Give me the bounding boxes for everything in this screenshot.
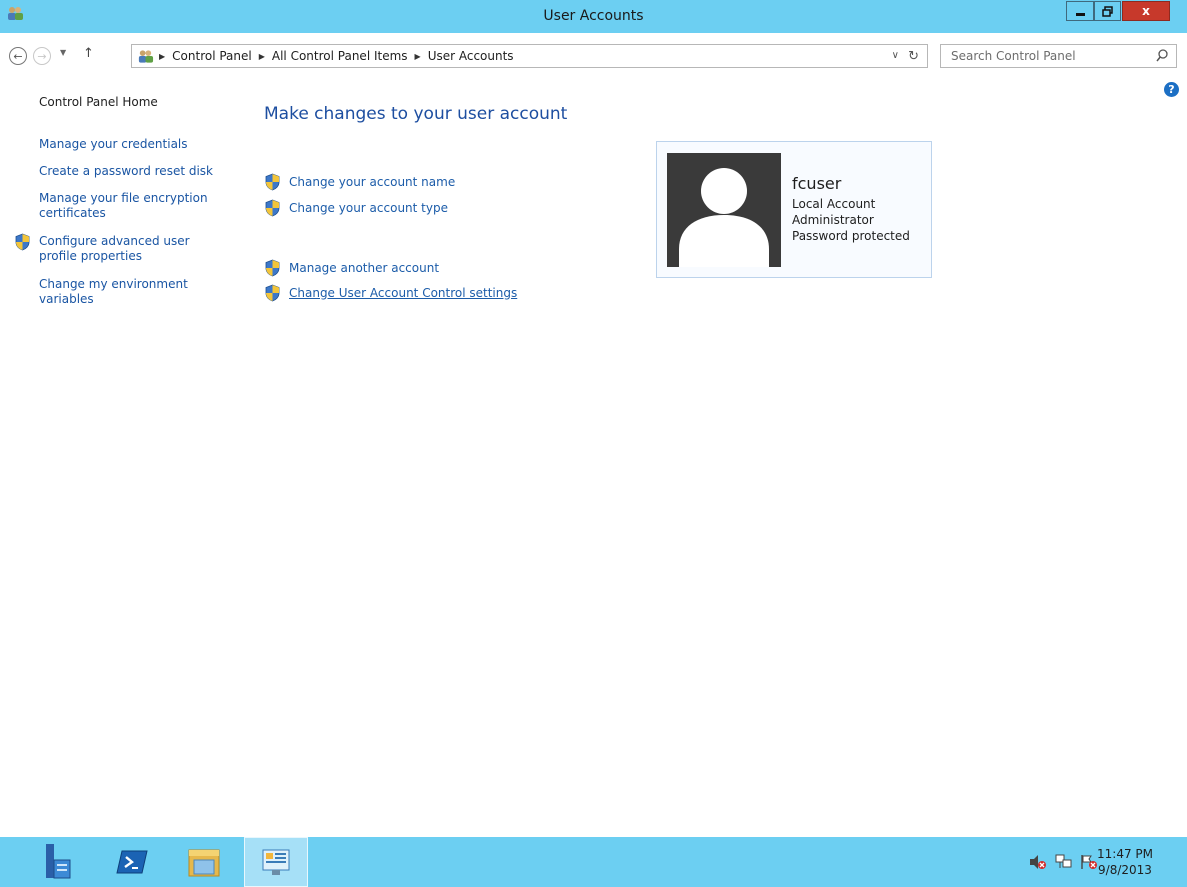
close-button[interactable]: x xyxy=(1122,1,1170,21)
navigation-bar: ← → ▼ ↑ ▶ Control Panel ▶ All Control Pa… xyxy=(0,33,1187,77)
address-bar[interactable]: ▶ Control Panel ▶ All Control Panel Item… xyxy=(131,44,928,68)
folder-icon xyxy=(188,849,220,877)
user-silhouette-icon xyxy=(679,168,769,267)
server-manager-button[interactable] xyxy=(24,837,88,887)
control-panel-taskbar-button[interactable] xyxy=(244,837,308,887)
breadcrumb-control-panel[interactable]: Control Panel xyxy=(172,49,252,63)
title-bar: User Accounts x xyxy=(0,0,1187,33)
page-title: Make changes to your user account xyxy=(264,104,568,124)
change-account-type-link[interactable]: Change your account type xyxy=(289,201,448,216)
task-manage-another-account[interactable]: Manage another account xyxy=(264,259,439,277)
powershell-icon xyxy=(116,850,148,874)
action-center-icon[interactable] xyxy=(1080,837,1098,887)
back-arrow-icon: ← xyxy=(13,49,23,63)
uac-shield-icon xyxy=(265,173,280,191)
account-name: fcuser xyxy=(792,174,842,193)
forward-button[interactable]: → xyxy=(33,47,51,65)
forward-arrow-icon: → xyxy=(37,49,47,63)
control-panel-home-link[interactable]: Control Panel Home xyxy=(39,95,158,110)
chevron-down-icon[interactable]: ∨ xyxy=(892,50,899,61)
recent-locations-dropdown[interactable]: ▼ xyxy=(60,48,66,57)
close-icon: x xyxy=(1142,4,1150,18)
account-type: Local Account xyxy=(792,197,876,211)
breadcrumb-user-accounts[interactable]: User Accounts xyxy=(428,49,514,63)
network-icon[interactable] xyxy=(1055,837,1073,887)
window-title: User Accounts xyxy=(543,8,644,24)
uac-settings-link[interactable]: Change User Account Control settings xyxy=(289,286,517,301)
search-input[interactable] xyxy=(941,45,1151,67)
restore-icon xyxy=(1102,5,1113,17)
volume-muted-icon[interactable] xyxy=(1029,837,1047,887)
help-icon[interactable]: ? xyxy=(1164,82,1179,97)
task-change-account-type[interactable]: Change your account type xyxy=(264,199,448,217)
environment-variables-link[interactable]: Change my environment variables xyxy=(39,277,209,307)
control-panel-icon xyxy=(262,849,290,875)
uac-shield-icon xyxy=(265,284,280,302)
task-change-account-name[interactable]: Change your account name xyxy=(264,173,455,191)
speaker-icon xyxy=(1030,855,1046,869)
minimize-icon xyxy=(1075,12,1085,16)
account-card: fcuser Local Account Administrator Passw… xyxy=(656,141,932,278)
up-button[interactable]: ↑ xyxy=(83,46,94,61)
search-icon[interactable] xyxy=(1156,49,1168,62)
file-encryption-certificates-link[interactable]: Manage your file encryption certificates xyxy=(39,191,219,221)
powershell-button[interactable] xyxy=(100,837,164,887)
refresh-icon[interactable]: ↻ xyxy=(908,49,919,64)
clock-date: 9/8/2013 xyxy=(1098,863,1152,877)
back-button[interactable]: ← xyxy=(9,47,27,65)
advanced-profile-properties-link[interactable]: Configure advanced user profile properti… xyxy=(39,234,209,264)
clock-time: 11:47 PM xyxy=(1097,847,1153,861)
change-account-name-link[interactable]: Change your account name xyxy=(289,175,455,190)
user-accounts-icon xyxy=(138,50,154,63)
chevron-right-icon[interactable]: ▶ xyxy=(259,52,265,61)
breadcrumb-all-items[interactable]: All Control Panel Items xyxy=(272,49,408,63)
manage-credentials-link[interactable]: Manage your credentials xyxy=(39,137,224,152)
content-area: ? Control Panel Home Manage your credent… xyxy=(0,77,1187,837)
taskbar: 11:47 PM 9/8/2013 xyxy=(0,837,1187,887)
network-monitor-icon xyxy=(1055,854,1072,868)
uac-shield-icon xyxy=(265,199,280,217)
flag-alert-icon xyxy=(1081,855,1097,869)
minimize-button[interactable] xyxy=(1066,1,1094,21)
account-status: Password protected xyxy=(792,229,910,243)
chevron-right-icon[interactable]: ▶ xyxy=(415,52,421,61)
account-role: Administrator xyxy=(792,213,874,227)
manage-another-account-link[interactable]: Manage another account xyxy=(289,261,439,276)
chevron-right-icon[interactable]: ▶ xyxy=(159,52,165,61)
breadcrumb: ▶ Control Panel ▶ All Control Panel Item… xyxy=(159,49,514,63)
avatar xyxy=(667,153,781,267)
password-reset-disk-link[interactable]: Create a password reset disk xyxy=(39,164,224,179)
task-uac-settings[interactable]: Change User Account Control settings xyxy=(264,284,517,302)
file-explorer-button[interactable] xyxy=(172,837,236,887)
server-manager-icon xyxy=(46,844,71,879)
uac-shield-icon xyxy=(265,259,280,277)
search-box[interactable] xyxy=(940,44,1177,68)
uac-shield-icon xyxy=(15,233,30,251)
taskbar-clock[interactable]: 11:47 PM 9/8/2013 xyxy=(1097,846,1153,878)
restore-button[interactable] xyxy=(1094,1,1121,21)
